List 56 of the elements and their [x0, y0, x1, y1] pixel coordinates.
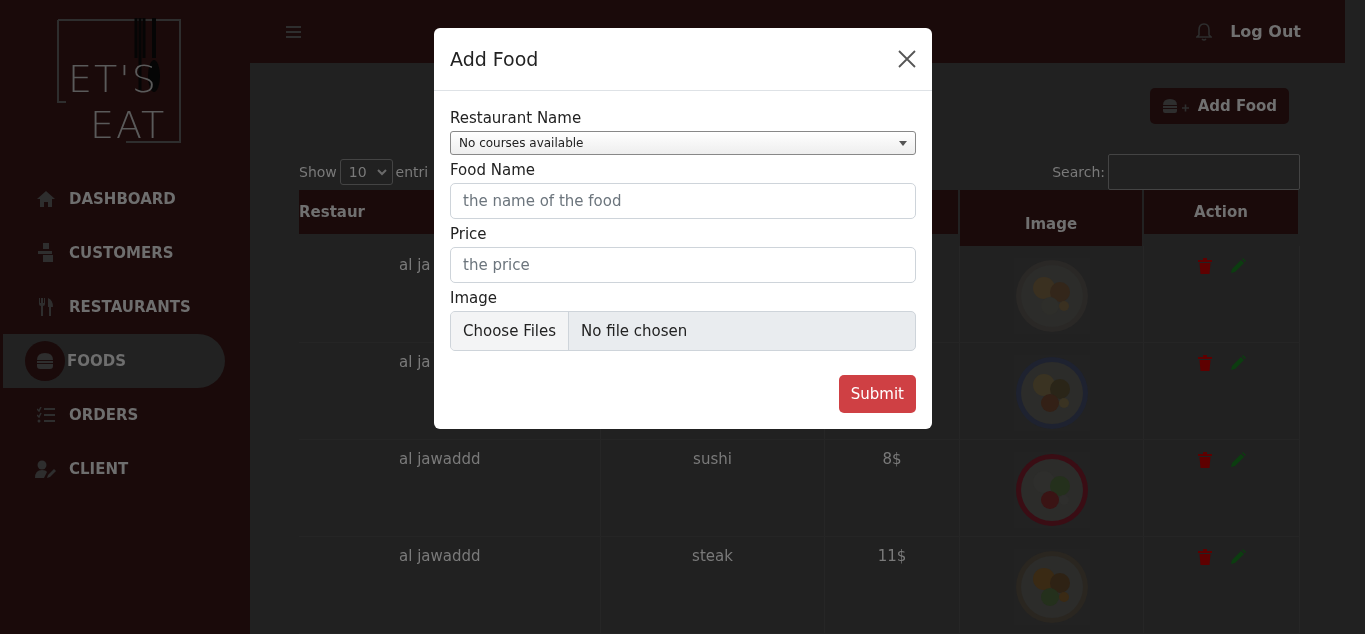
- file-field[interactable]: Choose Files No file chosen: [450, 311, 916, 351]
- user-edit-icon: [35, 460, 57, 478]
- file-status: No file chosen: [580, 322, 688, 340]
- menu-icon[interactable]: [286, 25, 301, 38]
- nav-item[interactable]: ORDERS: [3, 388, 225, 442]
- caret-icon: [899, 140, 907, 146]
- burger-icon: [35, 351, 55, 371]
- entries-label: entri: [395, 164, 429, 180]
- close-icon[interactable]: [898, 50, 916, 68]
- field-label: Image: [450, 289, 498, 307]
- table-cell: sushi: [693, 450, 732, 468]
- nav-item[interactable]: CUSTOMERS: [3, 226, 225, 280]
- logo: ET'S EAT: [56, 18, 182, 144]
- table-cell: al jawaddd: [399, 450, 481, 468]
- pencil-icon[interactable]: [1229, 355, 1246, 371]
- bell-icon[interactable]: [1196, 22, 1213, 41]
- checklist-icon: [37, 407, 55, 423]
- nav-item[interactable]: CLIENT: [3, 442, 225, 496]
- fork-knife-icon: [38, 298, 54, 316]
- nav-item[interactable]: DASHBOARD: [3, 172, 225, 226]
- dialog-title: Add Food: [450, 48, 539, 70]
- column-header[interactable]: Action: [1144, 190, 1300, 234]
- table-cell: al ja: [399, 353, 431, 371]
- burger-plus-icon: [1161, 98, 1190, 114]
- field-label: Price: [450, 225, 488, 243]
- input-field[interactable]: the name of the food: [450, 183, 916, 219]
- show-label: Show: [299, 164, 337, 180]
- table-cell: steak: [692, 547, 733, 565]
- pencil-icon[interactable]: [1229, 452, 1246, 468]
- search-label: Search:: [1052, 164, 1105, 180]
- table-cell: 11$: [877, 547, 907, 565]
- logout-link[interactable]: Log Out: [1230, 22, 1301, 41]
- trash-icon[interactable]: [1197, 452, 1212, 468]
- page-size-select[interactable]: 10: [339, 159, 393, 185]
- add-food-button[interactable]: Add Food: [1149, 88, 1289, 124]
- column-header[interactable]: Image: [960, 190, 1144, 246]
- table-cell: al jawaddd: [399, 547, 481, 565]
- trash-icon[interactable]: [1197, 258, 1212, 274]
- trash-icon[interactable]: [1197, 549, 1212, 565]
- input-field[interactable]: the price: [450, 247, 916, 283]
- person-icon: [37, 243, 55, 263]
- field-label: Food Name: [450, 161, 536, 179]
- submit-button[interactable]: Submit: [838, 375, 916, 413]
- table-cell: al ja: [399, 256, 431, 274]
- nav-item[interactable]: FOODS: [3, 334, 225, 388]
- choose-files-button[interactable]: Choose Files: [451, 312, 570, 350]
- trash-icon[interactable]: [1197, 355, 1212, 371]
- nav-item[interactable]: RESTAURANTS: [3, 280, 225, 334]
- pencil-icon[interactable]: [1229, 549, 1246, 565]
- search-field[interactable]: [1108, 154, 1300, 190]
- restaurant-select[interactable]: No courses available: [450, 131, 916, 155]
- table-cell: 8$: [882, 450, 902, 468]
- home-icon: [36, 190, 56, 208]
- chevron-down-icon: [376, 168, 387, 176]
- pencil-icon[interactable]: [1229, 258, 1246, 274]
- field-label: Restaurant Name: [450, 109, 583, 127]
